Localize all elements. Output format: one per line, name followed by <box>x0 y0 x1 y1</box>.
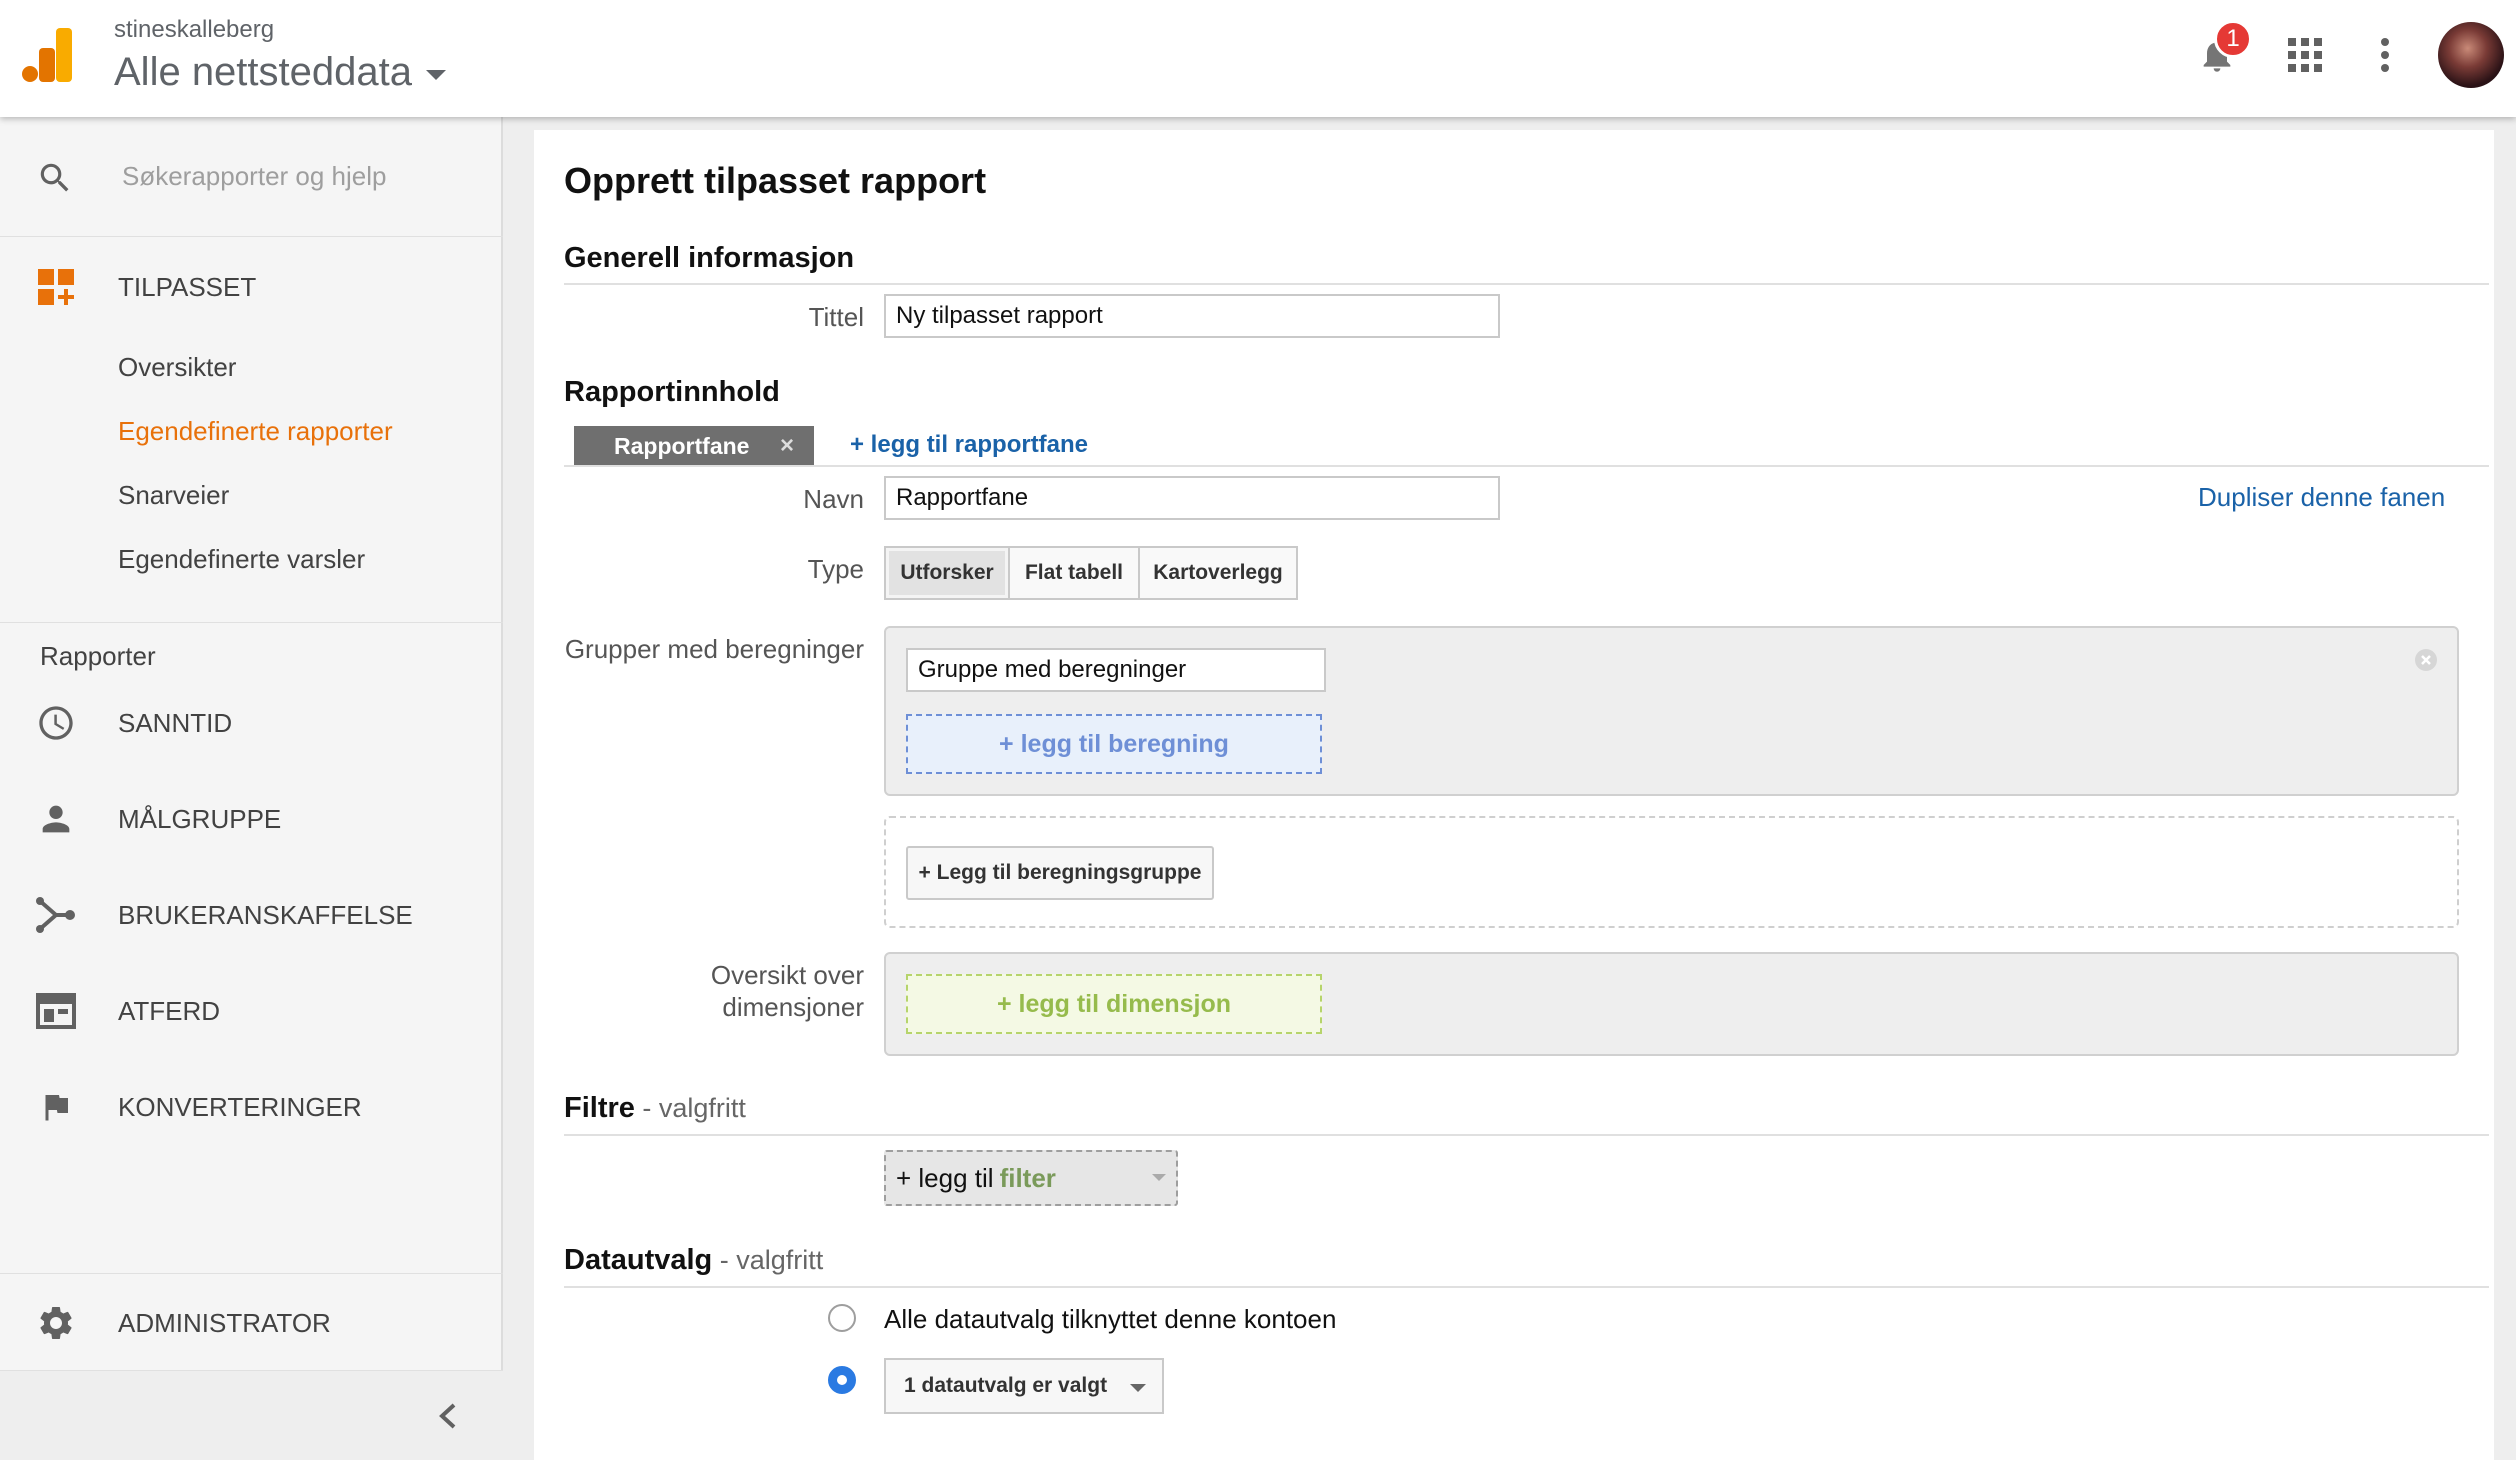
views-dropdown-value: 1 datautvalg er valgt <box>904 1374 1108 1397</box>
dimension-label-line1: Oversikt over <box>710 960 864 990</box>
title-input[interactable]: Ny tilpasset rapport <box>884 294 1500 338</box>
page-title: Opprett tilpasset rapport <box>564 160 987 201</box>
metric-group-name-input[interactable]: Gruppe med beregninger <box>906 648 1326 692</box>
caret-down-icon <box>426 69 446 80</box>
sidebar-collapse[interactable] <box>0 1370 503 1460</box>
add-dimension-button[interactable]: + legg til dimensjon <box>906 974 1322 1034</box>
reports-heading: Rapporter <box>40 641 156 671</box>
flag-icon <box>36 1087 76 1127</box>
section-content-heading: Rapportinnhold <box>564 376 780 408</box>
search-icon <box>36 159 74 202</box>
sidebar-divider <box>0 1273 503 1274</box>
sidebar-item-tilpasset[interactable]: TILPASSET <box>0 257 503 317</box>
title-label: Tittel <box>808 302 864 332</box>
sidebar-item-label: TILPASSET <box>118 271 257 302</box>
section-divider <box>564 465 2489 467</box>
section-filters-heading: Filtre - valgfritt <box>564 1092 746 1125</box>
add-filter-prefix: + legg til <box>896 1162 994 1193</box>
radio-all-views[interactable] <box>828 1304 856 1332</box>
clock-icon <box>36 703 76 743</box>
duplicate-tab-link[interactable]: Dupliser denne fanen <box>2198 482 2445 513</box>
sidebar-item-konverteringer[interactable]: KONVERTERINGER <box>0 1077 503 1137</box>
sidebar-item-label: BRUKERANSKAFFELSE <box>118 899 413 930</box>
person-icon <box>36 799 76 839</box>
add-metric-group-button[interactable]: + Legg til beregningsgruppe <box>906 846 1214 900</box>
name-label: Navn <box>803 484 864 514</box>
sidebar-subitem-oversikter[interactable]: Oversikter <box>118 352 236 383</box>
account-name: stineskalleberg <box>114 16 275 43</box>
views-optional: - valgfritt <box>712 1245 824 1275</box>
sidebar-subitem-egendefinerte-varsler[interactable]: Egendefinerte varsler <box>118 544 365 575</box>
caret-down-icon <box>1152 1174 1166 1181</box>
sidebar: Søkerapporter og hjelp TILPASSET Oversik… <box>0 117 503 1460</box>
more-vert-icon[interactable] <box>2360 30 2410 80</box>
chevron-left-icon[interactable] <box>436 1401 460 1436</box>
sidebar-item-label: KONVERTERINGER <box>118 1091 362 1122</box>
type-kartoverlegg[interactable]: Kartoverlegg <box>1138 546 1298 600</box>
section-divider <box>564 1134 2489 1136</box>
type-utforsker[interactable]: Utforsker <box>884 546 1010 600</box>
section-divider <box>564 1286 2489 1288</box>
tab-rapportfane[interactable]: Rapportfane × <box>574 426 814 466</box>
main-panel: Opprett tilpasset rapport Generell infor… <box>534 130 2494 1460</box>
sidebar-item-administrator[interactable]: ADMINISTRATOR <box>0 1293 503 1353</box>
sidebar-divider <box>0 622 503 623</box>
gear-icon <box>36 1303 76 1343</box>
type-selector: Utforsker Flat tabell Kartoverlegg <box>884 546 1298 600</box>
radio-selected-views[interactable] <box>828 1366 856 1394</box>
sidebar-item-label: ATFERD <box>118 995 221 1026</box>
close-icon[interactable]: × <box>780 432 794 460</box>
search-placeholder: Søkerapporter og hjelp <box>122 161 387 191</box>
add-filter-keyword: filter <box>999 1162 1056 1193</box>
sidebar-item-malgruppe[interactable]: MÅLGRUPPE <box>0 789 503 849</box>
sidebar-item-brukeranskaffelse[interactable]: BRUKERANSKAFFELSE <box>0 885 503 945</box>
caret-down-icon <box>1130 1384 1146 1392</box>
sidebar-item-label: MÅLGRUPPE <box>118 803 282 834</box>
top-header: stineskalleberg Alle nettsteddata 1 <box>0 0 2516 117</box>
dimension-label-line2: dimensjoner <box>722 992 864 1022</box>
acquisition-icon <box>36 895 76 935</box>
avatar[interactable] <box>2438 22 2504 88</box>
section-views-heading: Datautvalg - valgfritt <box>564 1244 823 1277</box>
views-dropdown[interactable]: 1 datautvalg er valgt <box>884 1358 1164 1414</box>
tab-name-input[interactable]: Rapportfane <box>884 476 1500 520</box>
behavior-icon <box>36 991 76 1031</box>
sidebar-item-label: SANNTID <box>118 707 233 738</box>
property-selector[interactable]: Alle nettsteddata <box>114 50 446 95</box>
sidebar-subitem-egendefinerte-rapporter[interactable]: Egendefinerte rapporter <box>118 416 393 447</box>
tab-label: Rapportfane <box>614 432 750 459</box>
metric-groups-label: Grupper med beregninger <box>564 634 864 664</box>
property-name: Alle nettsteddata <box>114 50 412 94</box>
add-filter-button[interactable]: + legg til filter <box>884 1150 1178 1206</box>
analytics-logo[interactable] <box>22 28 74 82</box>
custom-grid-icon <box>36 267 76 307</box>
sidebar-item-atferd[interactable]: ATFERD <box>0 981 503 1041</box>
sidebar-search[interactable]: Søkerapporter og hjelp <box>0 117 503 237</box>
type-flat-tabell[interactable]: Flat tabell <box>1008 546 1140 600</box>
add-metric-button[interactable]: + legg til beregning <box>906 714 1322 774</box>
section-general-heading: Generell informasjon <box>564 242 855 274</box>
remove-group-icon[interactable] <box>2414 648 2438 677</box>
sidebar-subitem-snarveier[interactable]: Snarveier <box>118 480 229 511</box>
filters-optional: - valgfritt <box>634 1093 746 1123</box>
notification-badge[interactable]: 1 <box>2214 20 2252 58</box>
type-label: Type <box>807 554 864 584</box>
views-title: Datautvalg <box>564 1244 713 1276</box>
section-divider <box>564 283 2489 285</box>
sidebar-item-sanntid[interactable]: SANNTID <box>0 693 503 753</box>
all-views-label: Alle datautvalg tilknyttet denne kontoen <box>884 1304 1337 1334</box>
sidebar-item-label: ADMINISTRATOR <box>118 1307 331 1338</box>
apps-grid-icon[interactable] <box>2280 30 2330 80</box>
filters-title: Filtre <box>564 1092 635 1124</box>
add-tab-link[interactable]: + legg til rapportfane <box>850 431 1088 459</box>
